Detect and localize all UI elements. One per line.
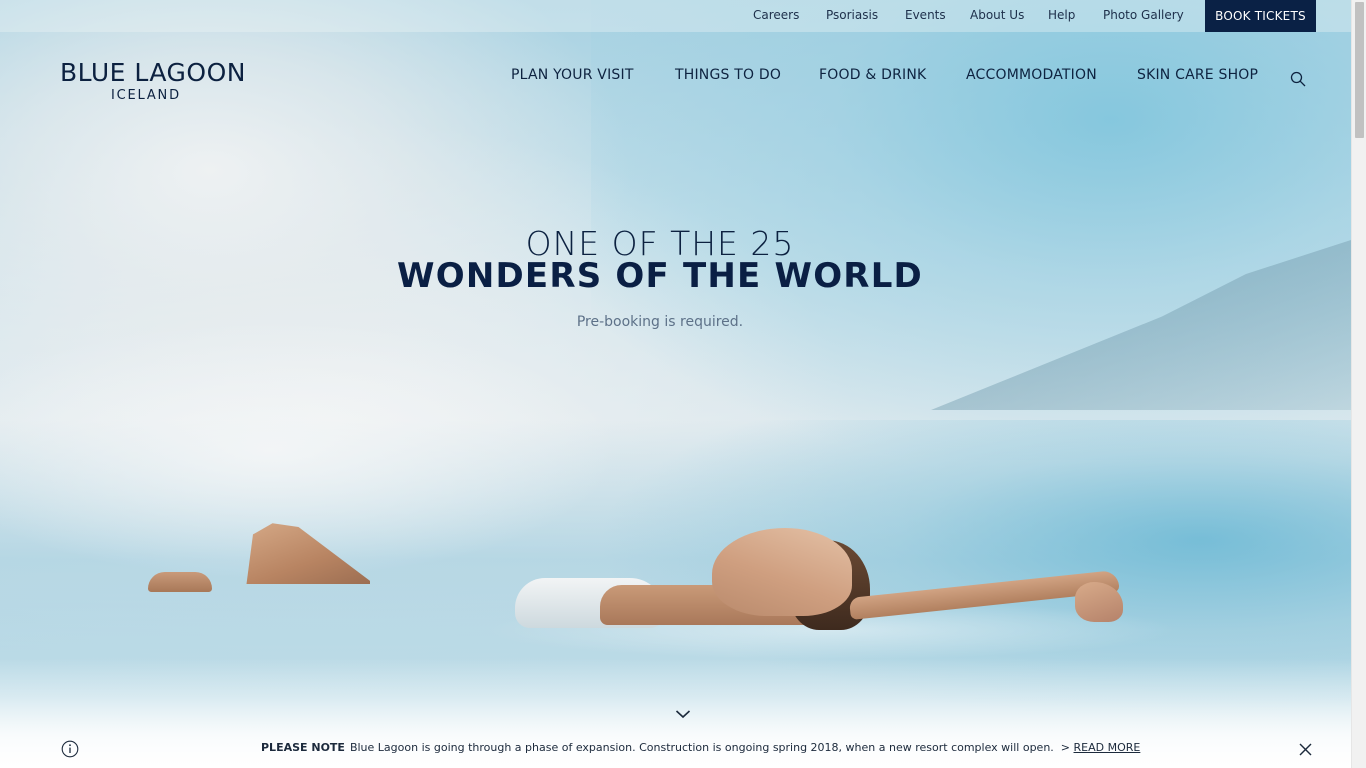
utility-link-about-us[interactable]: About Us (970, 8, 1024, 22)
notice-label: PLEASE NOTE (261, 741, 345, 754)
search-icon[interactable] (1290, 71, 1306, 87)
hero-background (0, 0, 1351, 768)
nav-skin-care-shop[interactable]: SKIN CARE SHOP (1137, 67, 1258, 83)
hero-headline-main: WONDERS OF THE WORLD (397, 256, 923, 296)
notice-body: Blue Lagoon is going through a phase of … (349, 741, 1054, 754)
nav-plan-your-visit[interactable]: PLAN YOUR VISIT (511, 67, 634, 83)
utility-bar: Careers Psoriasis Events About Us Help P… (0, 0, 1351, 32)
close-icon[interactable] (1299, 743, 1312, 756)
notice-message: PLEASE NOTE Blue Lagoon is going through … (261, 741, 1140, 754)
hero-subline: Pre-booking is required. (576, 314, 744, 330)
bather-face (712, 528, 852, 616)
bather-knee (148, 572, 212, 592)
nav-things-to-do[interactable]: THINGS TO DO (675, 67, 781, 83)
page-scrollbar[interactable] (1351, 0, 1366, 768)
chevron-down-icon[interactable] (675, 708, 691, 720)
logo-wordmark: BLUE LAGOON (60, 58, 246, 87)
utility-link-events[interactable]: Events (905, 8, 946, 22)
site-logo[interactable]: BLUE LAGOON ICELAND (60, 58, 245, 106)
notice-link-prefix: > (1060, 741, 1071, 754)
nav-food-and-drink[interactable]: FOOD & DRINK (819, 67, 926, 83)
nav-accommodation[interactable]: ACCOMMODATION (966, 67, 1097, 83)
book-tickets-button[interactable]: BOOK TICKETS (1205, 0, 1316, 32)
info-icon (61, 740, 79, 758)
utility-link-help[interactable]: Help (1048, 8, 1075, 22)
read-more-link[interactable]: READ MORE (1074, 741, 1141, 754)
utility-link-careers[interactable]: Careers (753, 8, 799, 22)
scrollbar-thumb[interactable] (1355, 2, 1364, 138)
utility-link-psoriasis[interactable]: Psoriasis (826, 8, 878, 22)
utility-link-photo-gallery[interactable]: Photo Gallery (1103, 8, 1184, 22)
logo-subtitle: ICELAND (111, 88, 181, 103)
